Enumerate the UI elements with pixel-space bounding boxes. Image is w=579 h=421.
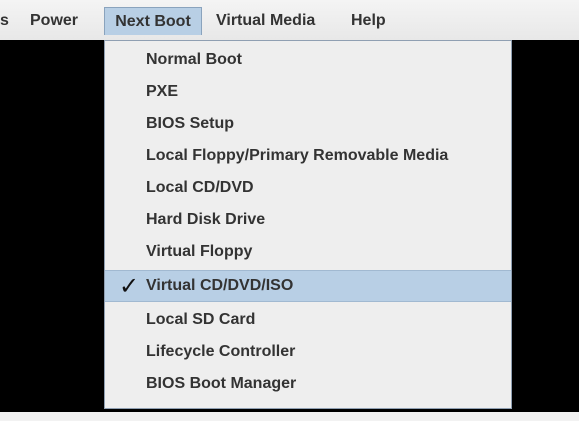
menu-bar: s Power Next Boot Virtual Media Help	[0, 0, 579, 40]
menu-item-next-boot[interactable]: Next Boot	[104, 7, 202, 35]
boot-option-local-floppy[interactable]: Local Floppy/Primary Removable Media	[105, 140, 511, 172]
boot-option-virtual-cd-dvd-iso[interactable]: ✓ Virtual CD/DVD/ISO	[105, 270, 511, 302]
boot-option-bios-setup[interactable]: BIOS Setup	[105, 108, 511, 140]
boot-option-label: Hard Disk Drive	[146, 211, 266, 228]
bottom-strip	[0, 412, 579, 421]
boot-option-local-cd-dvd[interactable]: Local CD/DVD	[105, 172, 511, 204]
boot-option-lifecycle-controller[interactable]: Lifecycle Controller	[105, 336, 511, 368]
next-boot-dropdown: Normal Boot PXE BIOS Setup Local Floppy/…	[104, 40, 512, 409]
boot-option-normal-boot[interactable]: Normal Boot	[105, 44, 511, 76]
menu-item-power[interactable]: Power	[30, 7, 78, 35]
boot-option-pxe[interactable]: PXE	[105, 76, 511, 108]
boot-option-label: Virtual CD/DVD/ISO	[146, 277, 294, 294]
boot-option-label: Lifecycle Controller	[146, 343, 296, 360]
boot-option-label: BIOS Boot Manager	[146, 375, 297, 392]
boot-option-label: Normal Boot	[146, 51, 242, 68]
boot-option-label: Local CD/DVD	[146, 179, 254, 196]
menu-item-tools-cut[interactable]: s	[0, 7, 18, 35]
boot-option-local-sd-card[interactable]: Local SD Card	[105, 304, 511, 336]
menu-item-virtual-media[interactable]: Virtual Media	[216, 7, 315, 35]
boot-option-bios-boot-manager[interactable]: BIOS Boot Manager	[105, 368, 511, 400]
boot-option-label: PXE	[146, 83, 179, 100]
boot-option-label: Local Floppy/Primary Removable Media	[146, 147, 449, 164]
boot-option-label: BIOS Setup	[146, 115, 235, 132]
boot-option-label: Virtual Floppy	[146, 243, 253, 260]
boot-option-label: Local SD Card	[146, 311, 256, 328]
menu-item-help[interactable]: Help	[351, 7, 386, 35]
boot-option-virtual-floppy[interactable]: Virtual Floppy	[105, 236, 511, 268]
checkmark-icon: ✓	[119, 272, 140, 300]
boot-option-hard-disk-drive[interactable]: Hard Disk Drive	[105, 204, 511, 236]
